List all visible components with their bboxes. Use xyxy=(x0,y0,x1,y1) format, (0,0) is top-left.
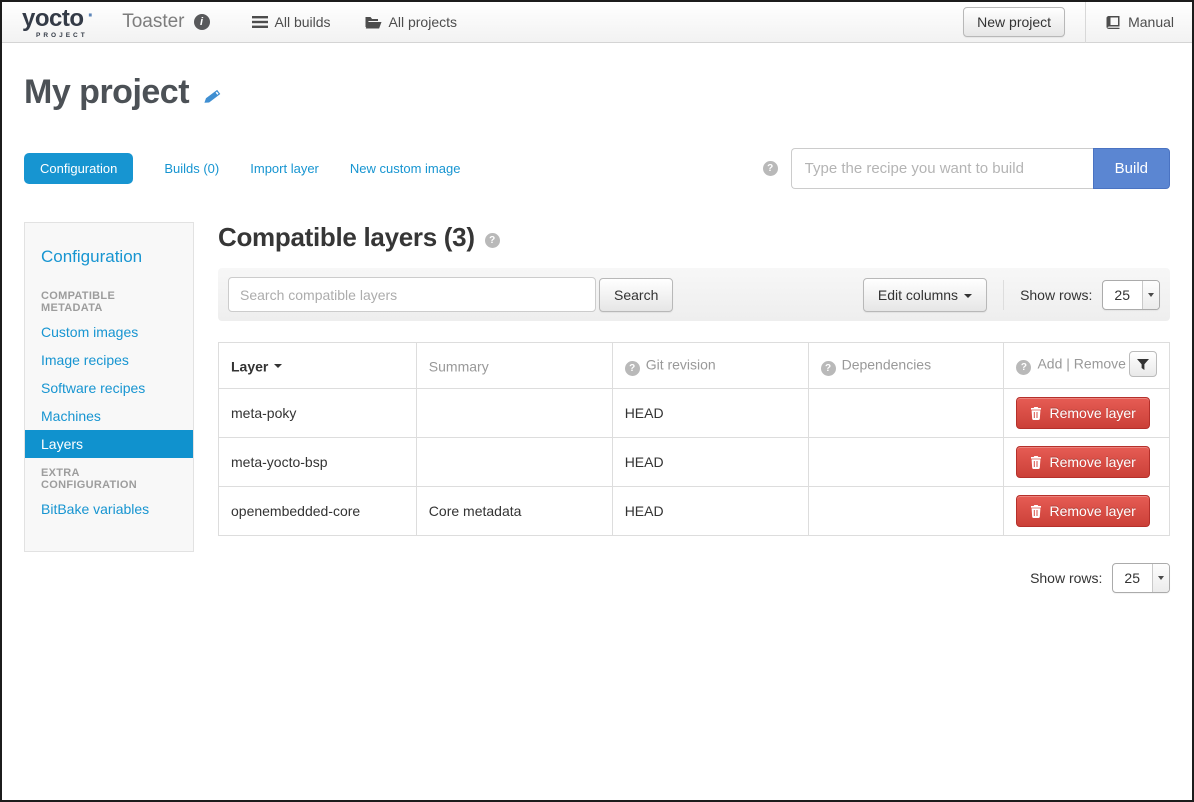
nav-manual-label: Manual xyxy=(1128,14,1174,30)
compatible-layers-help-icon[interactable]: ? xyxy=(485,233,500,248)
git-revision-cell: HEAD xyxy=(612,438,808,487)
column-header-add-remove[interactable]: ?Add | Remove xyxy=(1004,343,1170,389)
tab-configuration[interactable]: Configuration xyxy=(24,153,133,184)
sort-caret-icon xyxy=(274,364,282,368)
git-revision-cell: HEAD xyxy=(612,389,808,438)
git-revision-help-icon[interactable]: ? xyxy=(625,361,640,376)
footer-show-rows-label: Show rows: xyxy=(1030,570,1102,586)
toolbar-divider xyxy=(1003,280,1004,310)
compatible-layers-heading: Compatible layers (3) xyxy=(218,222,475,253)
info-icon[interactable]: i xyxy=(194,14,210,30)
navbar-links: All builds All projects xyxy=(252,14,458,30)
sidebar-title-configuration[interactable]: Configuration xyxy=(25,247,193,267)
nav-all-builds[interactable]: All builds xyxy=(252,14,331,30)
app-title: Toaster xyxy=(122,11,184,33)
tab-new-custom-image[interactable]: New custom image xyxy=(350,161,461,176)
nav-manual[interactable]: Manual xyxy=(1106,14,1174,30)
summary-cell xyxy=(416,438,612,487)
tab-import-layer[interactable]: Import layer xyxy=(250,161,319,176)
git-revision-cell: HEAD xyxy=(612,487,808,536)
dependencies-cell xyxy=(808,487,1004,536)
page-title: My project xyxy=(24,73,189,112)
sidebar-item-custom-images[interactable]: Custom images xyxy=(25,318,193,346)
search-button[interactable]: Search xyxy=(599,278,673,312)
edit-columns-button[interactable]: Edit columns xyxy=(863,278,987,312)
table-footer: Show rows: 25 xyxy=(218,563,1170,593)
dependencies-help-icon[interactable]: ? xyxy=(821,361,836,376)
sidebar-item-software-recipes[interactable]: Software recipes xyxy=(25,374,193,402)
column-header-dependencies[interactable]: ?Dependencies xyxy=(808,343,1004,389)
new-project-button[interactable]: New project xyxy=(963,7,1065,37)
column-header-git-revision[interactable]: ?Git revision xyxy=(612,343,808,389)
footer-show-rows-select[interactable]: 25 xyxy=(1112,563,1170,593)
configuration-sidebar: Configuration COMPATIBLE METADATA Custom… xyxy=(24,222,194,552)
main-panel: Compatible layers (3) ? Search Edit colu… xyxy=(218,222,1170,593)
build-form: ? Build xyxy=(763,148,1170,189)
top-navbar: yocto · PROJECT Toaster i All builds All… xyxy=(2,2,1192,43)
remove-layer-button[interactable]: Remove layer xyxy=(1016,495,1149,527)
table-toolbar: Search Edit columns Show rows: 25 xyxy=(218,268,1170,321)
layer-name-cell[interactable]: openembedded-core xyxy=(219,487,417,536)
page-header: My project xyxy=(24,73,1170,112)
show-rows-label: Show rows: xyxy=(1020,287,1092,303)
build-button[interactable]: Build xyxy=(1093,148,1170,189)
tab-builds[interactable]: Builds (0) xyxy=(164,161,219,176)
filter-button[interactable] xyxy=(1129,351,1157,377)
project-tabs-row: Configuration Builds (0) Import layer Ne… xyxy=(24,148,1170,189)
remove-layer-button[interactable]: Remove layer xyxy=(1016,397,1149,429)
add-remove-help-icon[interactable]: ? xyxy=(1016,360,1031,375)
builds-list-icon xyxy=(252,16,268,28)
dependencies-cell xyxy=(808,438,1004,487)
column-header-summary[interactable]: Summary xyxy=(416,343,612,389)
show-rows-select[interactable]: 25 xyxy=(1102,280,1160,310)
sidebar-item-image-recipes[interactable]: Image recipes xyxy=(25,346,193,374)
sidebar-section-extra-configuration: EXTRA CONFIGURATION xyxy=(25,458,193,495)
caret-down-icon xyxy=(964,294,972,298)
table-row: meta-poky HEAD Remove layer xyxy=(219,389,1170,438)
table-row: openembedded-core Core metadata HEAD Rem… xyxy=(219,487,1170,536)
summary-cell: Core metadata xyxy=(416,487,612,536)
build-help-icon[interactable]: ? xyxy=(763,161,778,176)
brand-dot: · xyxy=(88,7,95,25)
trash-icon xyxy=(1030,505,1042,518)
yocto-logo[interactable]: yocto · PROJECT xyxy=(22,7,94,40)
summary-cell xyxy=(416,389,612,438)
sidebar-item-layers[interactable]: Layers xyxy=(25,430,193,458)
dependencies-cell xyxy=(808,389,1004,438)
layer-name-cell[interactable]: meta-yocto-bsp xyxy=(219,438,417,487)
action-cell: Remove layer xyxy=(1004,389,1170,438)
book-icon xyxy=(1106,16,1121,29)
nav-all-projects[interactable]: All projects xyxy=(365,14,457,30)
action-cell: Remove layer xyxy=(1004,438,1170,487)
navbar-divider xyxy=(1085,2,1086,43)
edit-project-name-pencil-icon[interactable] xyxy=(203,88,221,106)
sidebar-section-compatible-metadata: COMPATIBLE METADATA xyxy=(25,281,193,318)
folder-open-icon xyxy=(365,16,382,29)
trash-icon xyxy=(1030,456,1042,469)
nav-all-builds-label: All builds xyxy=(275,14,331,30)
nav-all-projects-label: All projects xyxy=(389,14,457,30)
trash-icon xyxy=(1030,407,1042,420)
search-layers-input[interactable] xyxy=(228,277,596,312)
sidebar-item-bitbake-variables[interactable]: BitBake variables xyxy=(25,495,193,523)
select-caret-icon xyxy=(1152,564,1169,592)
select-caret-icon xyxy=(1142,281,1159,309)
table-row: meta-yocto-bsp HEAD Remove layer xyxy=(219,438,1170,487)
compatible-layers-table: Layer Summary ?Git revision ?Dependencie… xyxy=(218,342,1170,536)
layer-name-cell[interactable]: meta-poky xyxy=(219,389,417,438)
column-header-layer[interactable]: Layer xyxy=(219,343,417,389)
remove-layer-button[interactable]: Remove layer xyxy=(1016,446,1149,478)
brand-name: yocto xyxy=(22,7,84,31)
content-area: Configuration COMPATIBLE METADATA Custom… xyxy=(24,222,1170,593)
brand-subtitle: PROJECT xyxy=(36,33,94,40)
sidebar-item-machines[interactable]: Machines xyxy=(25,402,193,430)
build-recipe-input[interactable] xyxy=(791,148,1093,189)
action-cell: Remove layer xyxy=(1004,487,1170,536)
